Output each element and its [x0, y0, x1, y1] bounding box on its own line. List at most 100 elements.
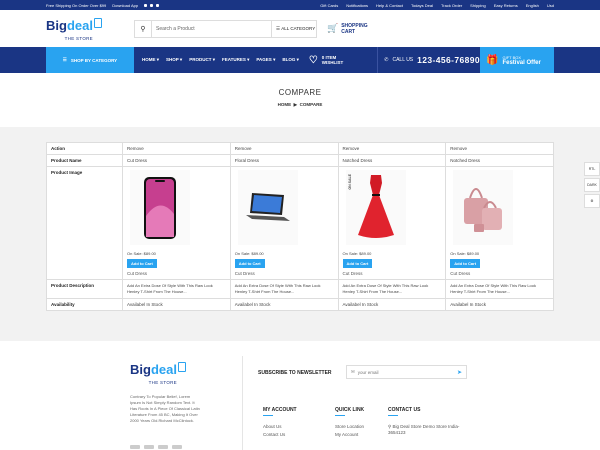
footer-link[interactable]: My Account: [335, 432, 364, 437]
product-subname[interactable]: Cut Dress: [343, 271, 442, 276]
nav-item-home[interactable]: HOME ▾: [142, 57, 159, 63]
product-image-handbag[interactable]: [453, 170, 514, 245]
product-name[interactable]: Cut Dress: [122, 154, 231, 167]
product-availability: Availabel In Stock: [229, 298, 339, 311]
chevron-down-icon: ▾: [271, 57, 276, 62]
add-to-cart-button[interactable]: Add to Cart: [234, 259, 265, 268]
footer-heading: CONTACT US: [388, 407, 421, 413]
footer-divider: [242, 356, 243, 450]
nav-menu: HOME ▾ SHOP ▾ PRODUCT ▾ FEATURES ▾ PAGES ▾ BL…: [142, 57, 299, 63]
category-label: ALL CATEGORY: [281, 26, 316, 31]
heading-underline: [388, 415, 398, 416]
email-placeholder: your email: [357, 369, 379, 375]
shopping-cart[interactable]: 🛒 SHOPPING CART: [327, 23, 368, 35]
product-name[interactable]: Floral Dress: [229, 154, 339, 167]
festival-offer-label: Festival Offer: [502, 59, 541, 66]
breadcrumb-home[interactable]: HOME: [278, 102, 292, 107]
cart-icon: 🛒: [327, 23, 339, 33]
address-text: Big Deal Store Demo Store India-3654123: [388, 424, 460, 435]
product-subname[interactable]: Cut Dress: [127, 271, 226, 276]
product-description: Add An Extra Dose Of Style With This Raw…: [229, 279, 339, 299]
product-image-phone[interactable]: [130, 170, 190, 245]
paypal-icon: [158, 445, 168, 449]
breadcrumb-arrow-icon: ▶: [293, 102, 298, 107]
top-link[interactable]: Usd: [547, 3, 554, 8]
page-title: COMPARE: [278, 88, 322, 97]
color-picker-icon[interactable]: ⚙: [584, 194, 600, 208]
logo[interactable]: Bigdeal THE STORE: [46, 17, 132, 41]
product-price: On Sale: $89.00: [342, 251, 372, 256]
product-name[interactable]: Notched Dress: [337, 154, 447, 167]
shop-by-category-button[interactable]: ☰ SHOP BY CATEGORY: [46, 47, 134, 73]
phone-number[interactable]: 123-456-76890: [417, 55, 480, 65]
search-input[interactable]: Search a Product: [151, 20, 271, 37]
product-price: On Sale: $89.00: [127, 251, 156, 256]
product-subname[interactable]: Cut Dress: [450, 271, 549, 276]
top-link[interactable]: Help & Contact: [376, 3, 403, 8]
footer-my-account: MY ACCOUNT About Us Contact Us: [263, 407, 297, 440]
product-image-laptop[interactable]: [237, 170, 298, 245]
footer-heading: MY ACCOUNT: [263, 407, 297, 413]
top-link[interactable]: Gift Cards: [320, 3, 338, 8]
category-select[interactable]: ☰ ALL CATEGORY: [271, 20, 316, 37]
rtl-toggle[interactable]: RTL: [584, 162, 600, 176]
mastercard-icon: [144, 445, 154, 449]
footer-link[interactable]: Store Location: [335, 424, 364, 429]
wishlist-label: WISHLIST: [321, 60, 344, 65]
remove-link[interactable]: Remove: [229, 142, 339, 155]
remove-link[interactable]: Remove: [337, 142, 447, 155]
nav-item-pages[interactable]: PAGES ▾: [256, 57, 275, 63]
app-store-icons[interactable]: [144, 3, 160, 7]
nav-item-product[interactable]: PRODUCT ▾: [189, 57, 215, 63]
product-subname[interactable]: Cut Dress: [235, 271, 334, 276]
remove-link[interactable]: Remove: [122, 142, 231, 155]
nav-item-label: SHOP: [166, 57, 179, 62]
nav-item-features[interactable]: FEATURES ▾: [222, 57, 249, 63]
add-to-cart-button[interactable]: Add to Cart: [450, 259, 481, 268]
footer-link[interactable]: About Us: [263, 424, 297, 429]
breadcrumb-current: COMPARE: [299, 102, 323, 107]
shop-by-category-label: SHOP BY CATEGORY: [70, 57, 118, 63]
footer: Bigdeal THE STORE Contrary To Popular Be…: [0, 341, 600, 450]
add-to-cart-button[interactable]: Add to Cart: [127, 259, 157, 268]
top-link[interactable]: English: [526, 3, 539, 8]
search-icon[interactable]: ⚲: [135, 25, 151, 33]
chevron-down-icon: ▾: [178, 57, 183, 62]
newsletter-email-input[interactable]: ✉ your email ➤: [346, 365, 467, 379]
breadcrumb: HOME ▶ COMPARE: [0, 102, 600, 108]
submit-arrow-icon[interactable]: ➤: [457, 369, 462, 376]
add-to-cart-button[interactable]: Add to Cart: [342, 259, 373, 268]
nav-item-label: PAGES: [256, 57, 272, 62]
remove-link[interactable]: Remove: [445, 142, 554, 155]
product-cell: On Sale: $89.00 Add to Cart Cut Dress: [445, 166, 554, 280]
heading-underline: [335, 415, 345, 416]
row-label-availability: Availability: [46, 298, 123, 311]
table-row-name: Product Name Cut Dress Floral Dress Notc…: [46, 154, 554, 167]
top-link[interactable]: Easy Returns: [494, 3, 518, 8]
dark-mode-toggle[interactable]: DARK: [584, 178, 600, 192]
download-app-link[interactable]: Download App: [112, 3, 138, 8]
top-link[interactable]: Track Order: [441, 3, 462, 8]
nav-item-label: PRODUCT: [189, 57, 212, 62]
nav-item-shop[interactable]: SHOP ▾: [166, 57, 182, 63]
footer-logo[interactable]: Bigdeal THE STORE: [130, 361, 216, 385]
wishlist-button[interactable]: ♡ 0 ITEM WISHLIST: [309, 55, 343, 66]
footer-heading: QUICK LINK: [335, 407, 365, 413]
product-price: On Sale: $89.00: [450, 251, 480, 256]
phone-icon: ✆: [384, 57, 389, 63]
footer-link[interactable]: Contact Us: [263, 432, 297, 437]
top-link[interactable]: Todays Deal: [411, 3, 433, 8]
amex-icon: [172, 445, 182, 449]
menu-icon: ☰: [62, 57, 67, 62]
gift-box-offer[interactable]: 🎁 GIFT BOX Festival Offer: [480, 47, 554, 73]
top-link[interactable]: Shipping: [470, 3, 486, 8]
nav-item-label: BLOG: [282, 57, 296, 62]
product-image-dress[interactable]: ON SALE: [345, 170, 406, 245]
bag-icon: [93, 17, 102, 28]
product-name[interactable]: Notched Dress: [445, 154, 554, 167]
visa-icon: [130, 445, 140, 449]
footer-contact: CONTACT US ⚲ Big Deal Store Demo Store I…: [388, 407, 468, 438]
gift-icon: 🎁: [486, 54, 499, 66]
top-link[interactable]: Notifications: [346, 3, 368, 8]
nav-item-blog[interactable]: BLOG ▾: [282, 57, 299, 63]
